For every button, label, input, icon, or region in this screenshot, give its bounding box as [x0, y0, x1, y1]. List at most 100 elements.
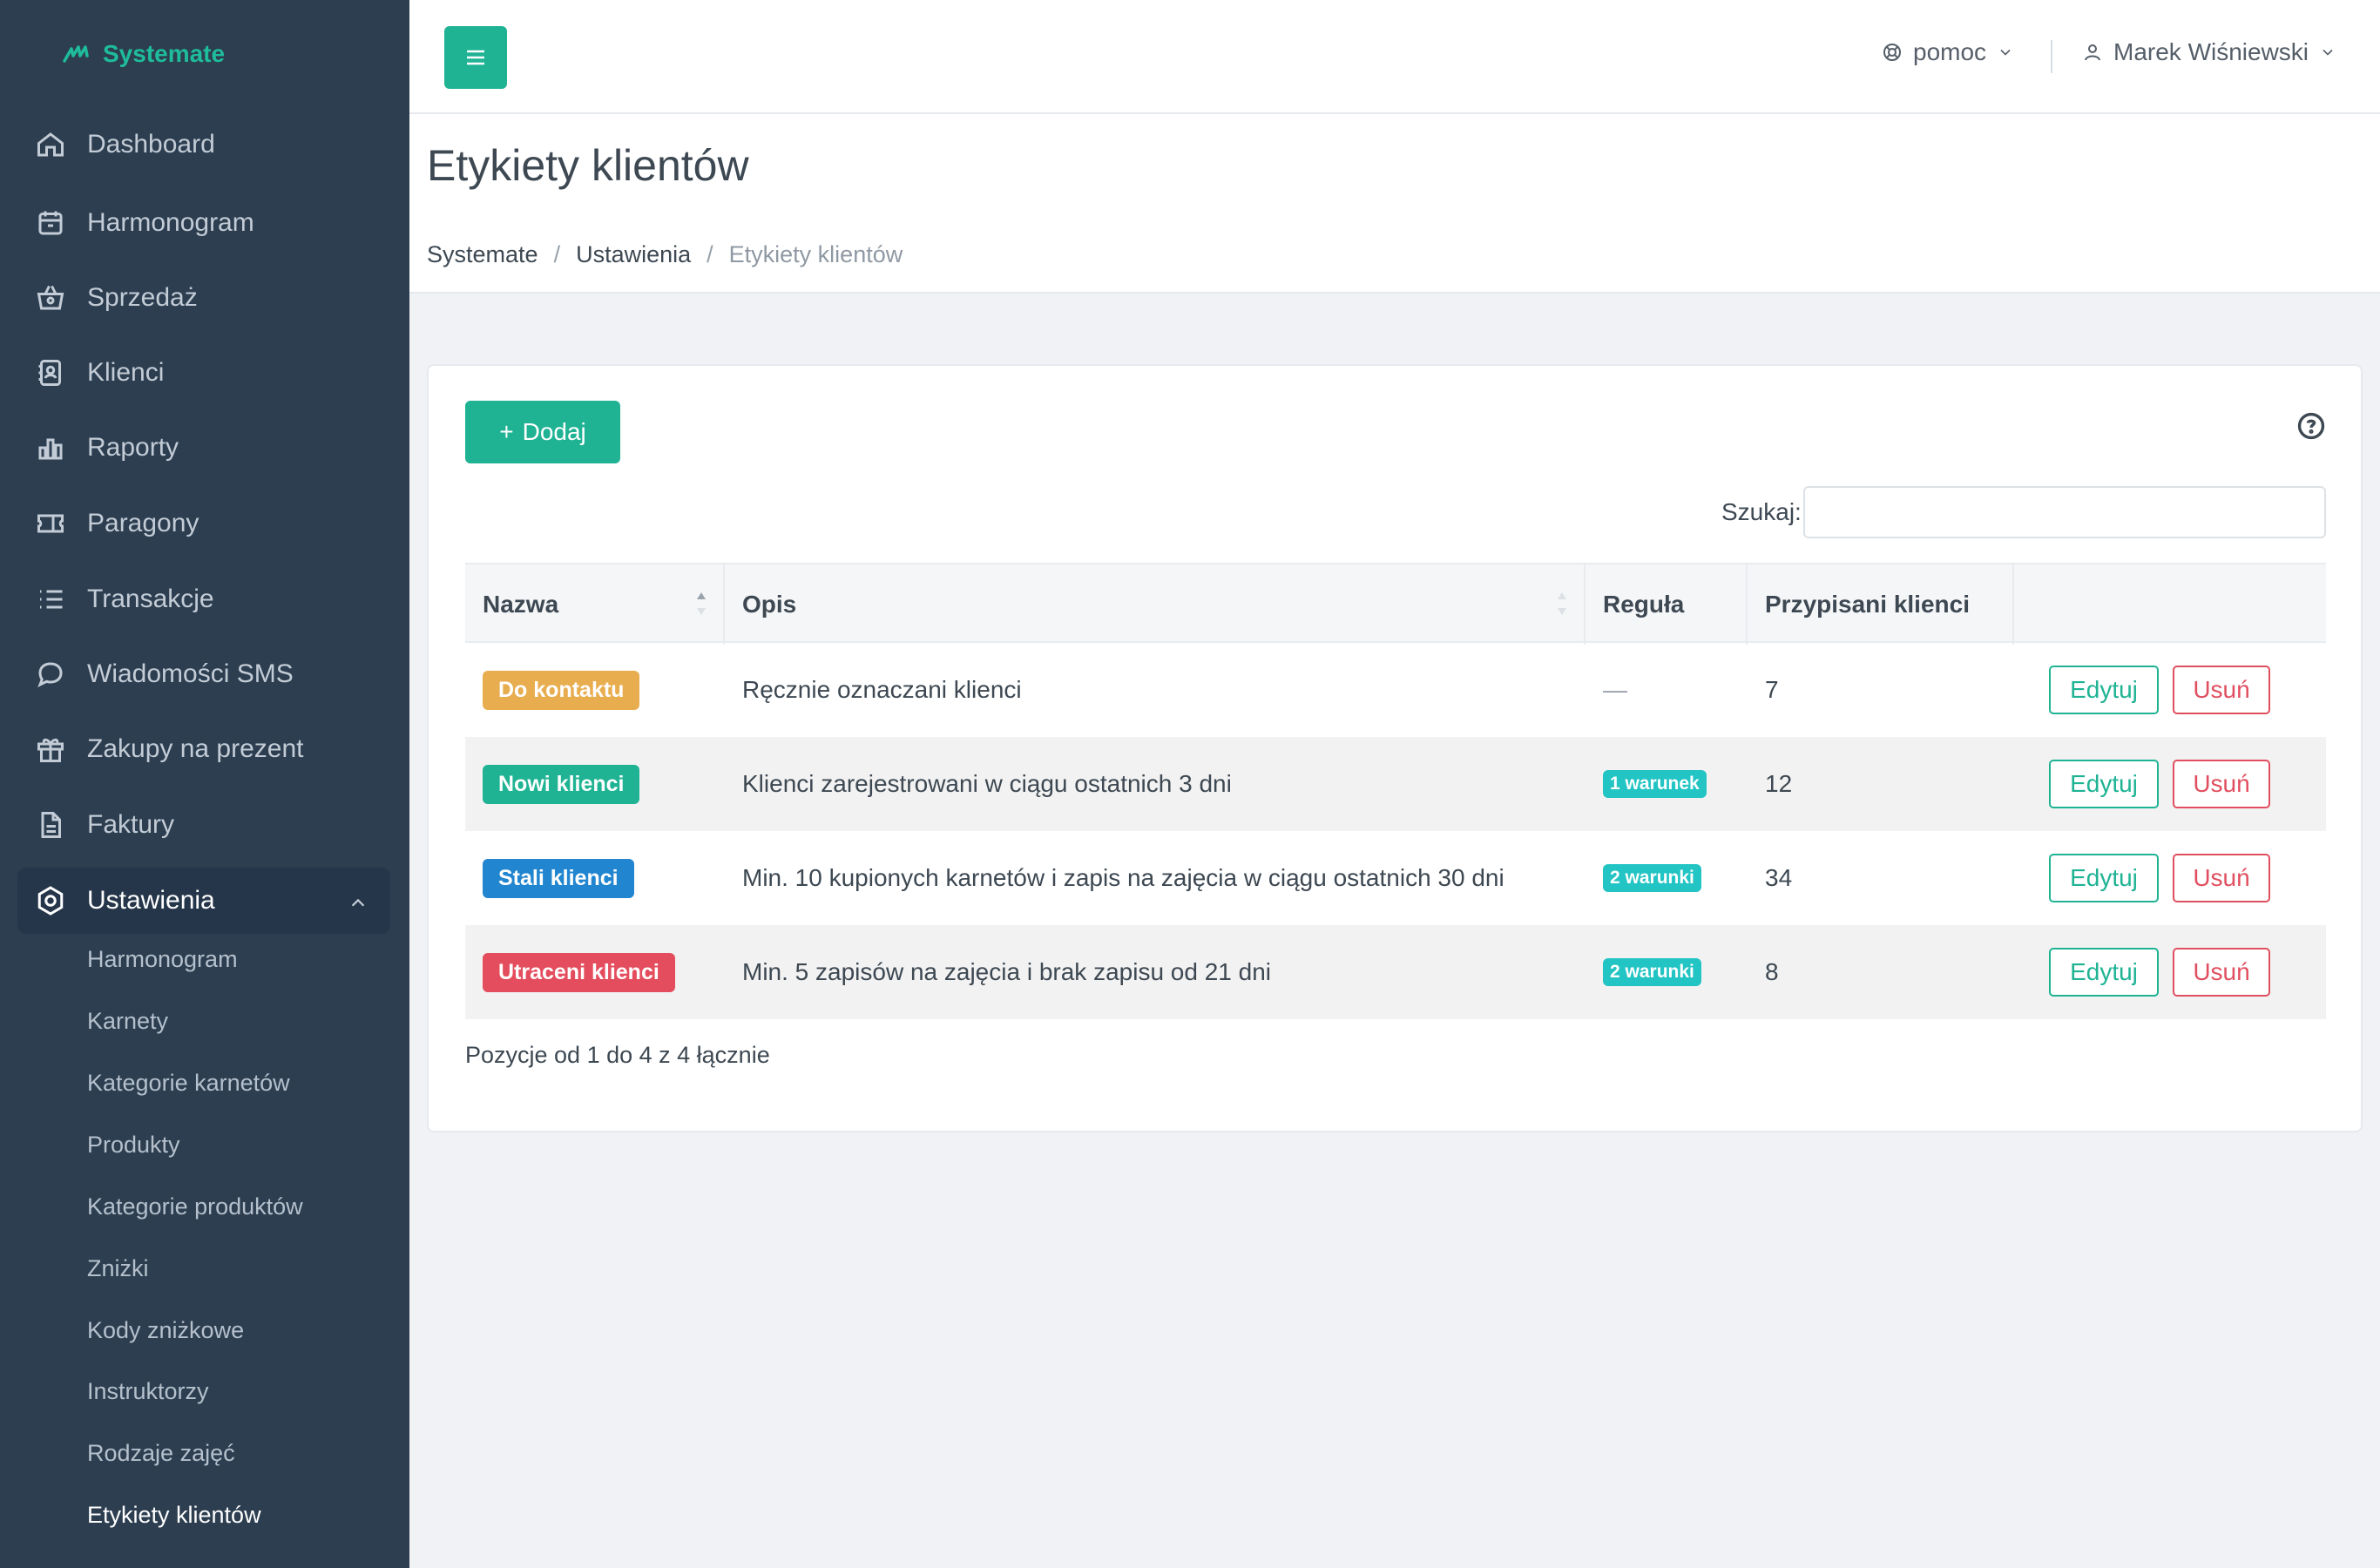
home-icon: [35, 129, 66, 160]
sidebar-subitem-kategorie-produktow[interactable]: Kategorie produktów: [87, 1193, 303, 1220]
sidebar-item-dashboard[interactable]: Dashboard: [17, 112, 390, 178]
sidebar-subitem-rodzaje-zajec[interactable]: Rodzaje zajęć: [87, 1440, 235, 1467]
sidebar-item-label: Ustawienia: [87, 886, 215, 915]
rule-cell: 1 warunek: [1586, 737, 1707, 831]
edit-button[interactable]: Edytuj: [2049, 760, 2159, 808]
sidebar-item-label: Dashboard: [87, 130, 215, 159]
lifebuoy-icon: [1883, 44, 1901, 61]
rule-empty: —: [1603, 676, 1627, 703]
labels-table: Nazwa Opis Reguła Przypisani klienci Do …: [465, 563, 2326, 1019]
page-title: Etykiety klientów: [427, 141, 749, 190]
list-icon: [35, 584, 66, 615]
sort-asc-icon: [697, 592, 706, 615]
chevron-down-icon: [2000, 49, 2011, 56]
rule-badge: 2 warunki: [1603, 958, 1701, 986]
sidebar-subitem-znizki[interactable]: Zniżki: [87, 1255, 149, 1282]
sidebar-item-label: Sprzedaż: [87, 283, 198, 312]
delete-button[interactable]: Usuń: [2173, 948, 2270, 997]
table-row: Do kontaktu Ręcznie oznaczani klienci — …: [465, 643, 2326, 737]
user-icon: [2085, 44, 2100, 61]
sidebar-item-ustawienia[interactable]: Ustawienia: [17, 868, 390, 934]
help-dropdown[interactable]: pomoc: [1882, 38, 2014, 66]
label-name-cell: Utraceni klienci: [465, 925, 675, 1019]
sort-icon: [1558, 592, 1566, 615]
search-label: Szukaj:: [1721, 498, 1802, 525]
rule-cell: 2 warunki: [1586, 831, 1701, 925]
sidebar-item-label: Transakcje: [87, 585, 214, 613]
label-name-cell: Stali klienci: [465, 831, 634, 925]
breadcrumb-item-settings[interactable]: Ustawienia: [576, 241, 691, 268]
table-row: Stali klienci Min. 10 kupionych karnetów…: [465, 831, 2326, 925]
sidebar-item-label: Raporty: [87, 433, 179, 462]
help-circle-icon[interactable]: [2296, 411, 2326, 441]
page-header: Etykiety klientów Systemate / Ustawienia…: [409, 114, 2380, 294]
actions-cell: Edytuj Usuń: [2032, 737, 2270, 831]
brand-mark-icon: [63, 45, 89, 63]
rule-cell: 2 warunki: [1586, 925, 1701, 1019]
sidebar-subitem-kody-znizkowe[interactable]: Kody zniżkowe: [87, 1317, 244, 1344]
column-header-description[interactable]: Opis: [725, 564, 1586, 645]
add-label-button[interactable]: + Dodaj: [465, 401, 620, 463]
help-label: pomoc: [1913, 38, 1987, 65]
rule-badge: 2 warunki: [1603, 864, 1701, 892]
sidebar-item-paragony[interactable]: Paragony: [17, 490, 390, 557]
assigned-clients-cell: 12: [1765, 770, 1793, 797]
column-header-name[interactable]: Nazwa: [465, 564, 725, 645]
description-cell: Klienci zarejestrowani w ciągu ostatnich…: [742, 770, 1232, 797]
delete-button[interactable]: Usuń: [2173, 760, 2270, 808]
settings-icon: [35, 885, 66, 916]
plus-icon: +: [499, 418, 514, 445]
edit-button[interactable]: Edytuj: [2049, 948, 2159, 997]
breadcrumb-separator: /: [707, 241, 713, 267]
sidebar-item-faktury[interactable]: Faktury: [17, 792, 390, 858]
user-dropdown[interactable]: Marek Wiśniewski: [2082, 38, 2336, 66]
edit-button[interactable]: Edytuj: [2049, 854, 2159, 902]
sidebar-item-label: Klienci: [87, 358, 165, 387]
breadcrumb-item-home[interactable]: Systemate: [427, 241, 538, 268]
delete-button[interactable]: Usuń: [2173, 854, 2270, 902]
delete-button[interactable]: Usuń: [2173, 666, 2270, 714]
brand-logo[interactable]: Systemate: [63, 40, 225, 68]
document-icon: [35, 809, 66, 841]
assigned-clients-cell: 8: [1765, 958, 1779, 985]
sidebar-item-harmonogram[interactable]: Harmonogram: [17, 190, 390, 256]
sidebar-item-label: Zakupy na prezent: [87, 734, 304, 763]
sidebar-item-sprzedaz[interactable]: Sprzedaż: [17, 265, 390, 331]
sidebar-subitem-karnety[interactable]: Karnety: [87, 1008, 168, 1035]
sidebar-item-label: Wiadomości SMS: [87, 659, 294, 688]
sidebar-subitem-kategorie-karnetow[interactable]: Kategorie karnetów: [87, 1070, 290, 1097]
sidebar-item-label: Faktury: [87, 810, 175, 839]
sidebar-item-raporty[interactable]: Raporty: [17, 415, 390, 481]
label-tag: Utraceni klienci: [483, 952, 675, 992]
rule-badge: 1 warunek: [1603, 770, 1707, 798]
breadcrumb-item-current: Etykiety klientów: [728, 241, 903, 267]
sidebar-item-transakcje[interactable]: Transakcje: [17, 566, 390, 632]
sidebar-item-klienci[interactable]: Klienci: [17, 340, 390, 406]
label-tag: Stali klienci: [483, 858, 634, 898]
description-cell: Min. 5 zapisów na zajęcia i brak zapisu …: [742, 958, 1272, 985]
table-header: Nazwa Opis Reguła Przypisani klienci: [465, 563, 2326, 645]
sidebar-subitem-etykiety-klientow[interactable]: Etykiety klientów: [87, 1502, 261, 1529]
chevron-up-icon: [348, 890, 368, 909]
actions-cell: Edytuj Usuń: [2032, 643, 2270, 737]
sidebar-item-sms[interactable]: Wiadomości SMS: [17, 641, 390, 707]
hamburger-icon: [467, 50, 484, 65]
assigned-clients-cell: 7: [1765, 676, 1779, 703]
bar-chart-icon: [35, 432, 66, 463]
ticket-icon: [35, 508, 66, 539]
rule-cell: —: [1586, 643, 1627, 737]
sidebar-subitem-produkty[interactable]: Produkty: [87, 1132, 180, 1159]
column-header-rule: Reguła: [1586, 564, 1748, 645]
actions-cell: Edytuj Usuń: [2032, 925, 2270, 1019]
sidebar-item-zakupy-prezent[interactable]: Zakupy na prezent: [17, 716, 390, 782]
edit-button[interactable]: Edytuj: [2049, 666, 2159, 714]
table-row: Utraceni klienci Min. 5 zapisów na zajęc…: [465, 925, 2326, 1019]
label-name-cell: Nowi klienci: [465, 737, 640, 831]
brand-name: Systemate: [103, 40, 226, 67]
chat-icon: [35, 659, 66, 690]
sidebar-subitem-instruktorzy[interactable]: Instruktorzy: [87, 1378, 209, 1405]
search-input[interactable]: [1803, 486, 2326, 538]
sidebar-subitem-harmonogram[interactable]: Harmonogram: [87, 946, 238, 973]
menu-toggle-button[interactable]: [444, 26, 507, 89]
topbar-divider: [2051, 40, 2052, 73]
